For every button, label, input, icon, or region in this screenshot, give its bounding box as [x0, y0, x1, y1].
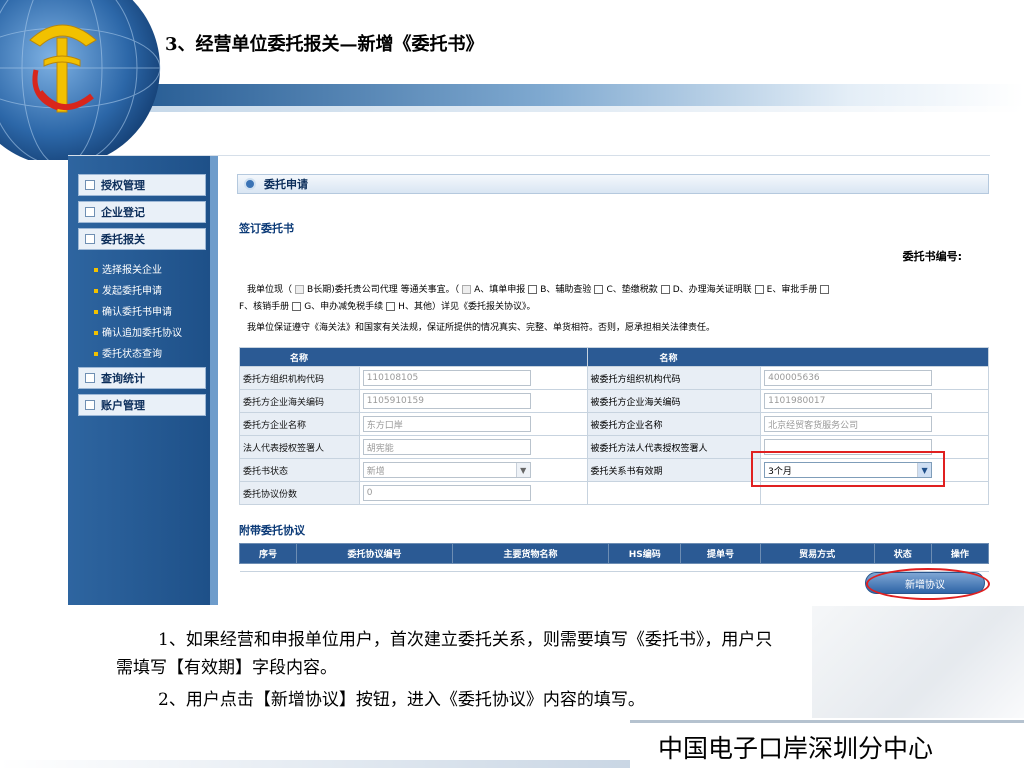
checkbox-e[interactable] [754, 285, 764, 294]
folder-icon [85, 180, 95, 190]
note-line-1: 1、如果经营和申报单位用户，首次建立委托关系，则需要填写《委托书》，用户只 [158, 630, 773, 650]
col-hs-code: HS编码 [607, 543, 682, 564]
table-header-right: 名称 [586, 347, 990, 367]
checkbox-b[interactable] [528, 285, 538, 294]
col-goods-name: 主要货物名称 [452, 543, 609, 564]
checkbox-a[interactable] [462, 285, 472, 294]
nav-entrusted-declaration[interactable]: 委托报关 [78, 228, 206, 250]
folder-icon [85, 373, 95, 383]
sub-status-query[interactable]: 委托状态查询 [94, 345, 162, 360]
sub-confirm-book[interactable]: 确认委托书申请 [94, 303, 172, 318]
app-screenshot: 授权管理 企业登记 委托报关 选择报关企业 发起委托申请 确认委托书申请 确认追… [68, 155, 990, 605]
table-row: 委托方企业名称 东方口岸 被委托方企业名称 北京经贸客货服务公司 [239, 412, 989, 436]
circle-arrow-icon [244, 178, 256, 190]
header-band-shadow [150, 106, 1024, 112]
attach-section-title: 附带委托协议 [239, 524, 305, 537]
col-index: 序号 [238, 543, 298, 564]
checkbox-g[interactable] [292, 302, 302, 311]
checkbox-long-term[interactable] [295, 285, 305, 294]
bullet-icon [94, 310, 98, 314]
table-row: 委托方企业海关编码 1105910159 被委托方企业海关编码 11019800… [239, 389, 989, 413]
entrustor-signatory-field[interactable]: 胡宪能 [362, 439, 531, 455]
entrustor-customs-code-field[interactable]: 1105910159 [362, 393, 531, 409]
note-line-3: 2、用户点击【新增协议】按钮，进入《委托协议》内容的填写。 [158, 690, 645, 710]
options-line-1: 我单位现（ B长期)委托贵公司代理 等通关事宜。（ A、填单申报 B、辅助查验 C、垫缴… [247, 282, 832, 295]
entrustee-customs-code-field[interactable]: 1101980017 [764, 393, 933, 409]
guarantee-text: 我单位保证遵守《海关法》和国家有关法规，保证所提供的情况真实、完整、单货相符。否… [247, 323, 716, 333]
sub-select-broker[interactable]: 选择报关企业 [94, 261, 162, 276]
bullet-icon [94, 268, 98, 272]
folder-icon [85, 207, 95, 217]
bullet-icon [94, 331, 98, 335]
book-status-select[interactable]: 新增 ▼ [362, 462, 531, 478]
empty-row [239, 563, 989, 572]
col-bill-no: 提单号 [680, 543, 761, 564]
col-status: 状态 [873, 543, 932, 564]
footer-divider [630, 720, 1024, 723]
nav-enterprise-registration[interactable]: 企业登记 [78, 201, 206, 223]
footer-organization: 中国电子口岸深圳分中心 [658, 734, 934, 763]
sub-initiate-request[interactable]: 发起委托申请 [94, 282, 162, 297]
col-actions: 操作 [930, 543, 990, 564]
attached-agreements-table: 序号 委托协议编号 主要货物名称 HS编码 提单号 贸易方式 状态 操作 [238, 543, 990, 572]
checkbox-d[interactable] [660, 285, 670, 294]
options-line-2: F、核销手册 G、申办减免税手续 H、其他）详见《委托报关协议》。 [239, 302, 536, 312]
checkbox-c[interactable] [594, 285, 604, 294]
book-number-label: 委托书编号: [902, 250, 962, 263]
panel-header: 委托申请 [237, 174, 989, 194]
main-content: 委托申请 签订委托书 委托书编号: 我单位现（ B长期)委托贵公司代理 等通关事宜… [233, 156, 990, 605]
checkbox-h[interactable] [386, 302, 396, 311]
nav-query-statistics[interactable]: 查询统计 [78, 367, 206, 389]
section-title: 签订委托书 [239, 222, 294, 235]
checkbox-f[interactable] [820, 285, 830, 294]
decorative-photo [812, 606, 1024, 718]
note-line-2: 需填写【有效期】字段内容。 [116, 658, 337, 678]
folder-icon [85, 234, 95, 244]
agreement-count-field[interactable]: 0 [362, 485, 531, 501]
customs-logo-globe [0, 0, 168, 160]
folder-icon [85, 400, 95, 410]
entrustee-name-field[interactable]: 北京经贸客货服务公司 [764, 416, 933, 432]
col-agreement-no: 委托协议编号 [296, 543, 454, 564]
entrustor-org-code-field[interactable]: 110108105 [362, 370, 531, 386]
footer-band [0, 760, 630, 768]
slide-title: 3、经营单位委托报关—新增《委托书》 [165, 34, 484, 55]
nav-account-management[interactable]: 账户管理 [78, 394, 206, 416]
sidebar-edge [210, 156, 218, 605]
nav-authorization[interactable]: 授权管理 [78, 174, 206, 196]
entrustor-name-field[interactable]: 东方口岸 [362, 416, 531, 432]
header-band [150, 84, 1024, 106]
sub-confirm-agreement[interactable]: 确认追加委托协议 [94, 324, 182, 339]
table-header-left: 名称 [239, 347, 588, 367]
validity-highlight-box [751, 451, 945, 487]
chevron-down-icon: ▼ [515, 463, 530, 477]
add-button-highlight-ring [866, 568, 990, 600]
table-row: 委托方组织机构代码 110108105 被委托方组织机构代码 400005636 [239, 366, 989, 390]
bullet-icon [94, 352, 98, 356]
col-trade-mode: 贸易方式 [759, 543, 875, 564]
bullet-icon [94, 289, 98, 293]
entrustee-org-code-field[interactable]: 400005636 [764, 370, 933, 386]
